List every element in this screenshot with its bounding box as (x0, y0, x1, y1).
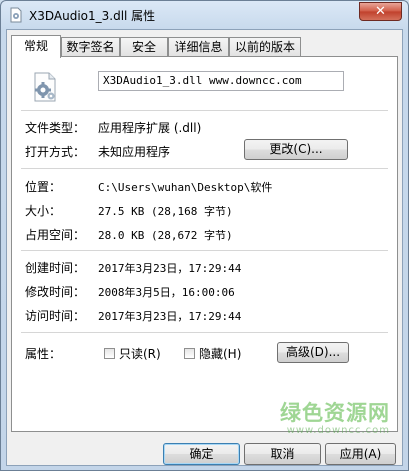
file-type-value: 应用程序扩展 (.dll) (98, 121, 202, 135)
readonly-label[interactable]: 只读(R) (119, 345, 161, 362)
location-label: 位置： (25, 180, 62, 194)
dialog-client-area: 常规 数字签名 安全 详细信息 以前的版本 X3DAudio1_3.dll ww… (6, 29, 403, 466)
attributes-label: 属性： (25, 347, 62, 361)
dll-file-icon (10, 7, 22, 23)
filename-field[interactable]: X3DAudio1_3.dll www.downcc.com (98, 71, 344, 91)
modified-value: 2008年3月5日，16:00:06 (98, 286, 235, 299)
accessed-label: 访问时间： (25, 309, 86, 323)
tab-security[interactable]: 安全 (120, 37, 168, 56)
hidden-checkbox[interactable] (184, 348, 195, 359)
change-button[interactable]: 更改(C)... (244, 139, 348, 160)
separator (21, 110, 388, 111)
separator (21, 168, 388, 169)
properties-window: X3DAudio1_3.dll 属性 ✕ 常规 数字签名 安全 详细信息 以前的… (0, 0, 409, 471)
close-button[interactable]: ✕ (359, 2, 402, 21)
created-label: 创建时间： (25, 261, 86, 275)
disk-size-label: 占用空间： (25, 228, 86, 242)
ok-button[interactable]: 确定 (163, 443, 240, 465)
close-icon: ✕ (375, 4, 386, 19)
location-value: C:\Users\wuhan\Desktop\软件 (98, 181, 273, 194)
advanced-button[interactable]: 高级(D)... (277, 342, 349, 363)
general-panel: X3DAudio1_3.dll www.downcc.com 文件类型： 应用程… (11, 56, 398, 432)
file-type-label: 文件类型： (25, 121, 86, 135)
open-with-value: 未知应用程序 (98, 145, 171, 159)
separator (21, 332, 388, 333)
dll-file-gear-icon (34, 72, 56, 102)
modified-label: 修改时间： (25, 285, 86, 299)
window-title: X3DAudio1_3.dll 属性 (29, 9, 156, 23)
tab-previous-versions[interactable]: 以前的版本 (229, 37, 301, 56)
tab-general[interactable]: 常规 (11, 35, 61, 58)
title-bar[interactable]: X3DAudio1_3.dll 属性 ✕ (1, 1, 408, 29)
separator (21, 250, 388, 251)
tab-details[interactable]: 详细信息 (168, 37, 229, 56)
hidden-label[interactable]: 隐藏(H) (199, 345, 241, 362)
disk-size-value: 28.0 KB (28,672 字节) (98, 229, 233, 242)
open-with-label: 打开方式： (25, 145, 86, 159)
cancel-button[interactable]: 取消 (244, 443, 321, 465)
size-value: 27.5 KB (28,168 字节) (98, 205, 233, 218)
watermark-url: www.downcc.com (286, 425, 390, 436)
accessed-value: 2017年3月23日，17:29:44 (98, 310, 242, 323)
apply-button[interactable]: 应用(A) (325, 443, 396, 465)
created-value: 2017年3月23日，17:29:44 (98, 262, 242, 275)
readonly-checkbox[interactable] (104, 348, 115, 359)
tab-digital-signatures[interactable]: 数字签名 (61, 37, 120, 56)
size-label: 大小： (25, 204, 62, 218)
